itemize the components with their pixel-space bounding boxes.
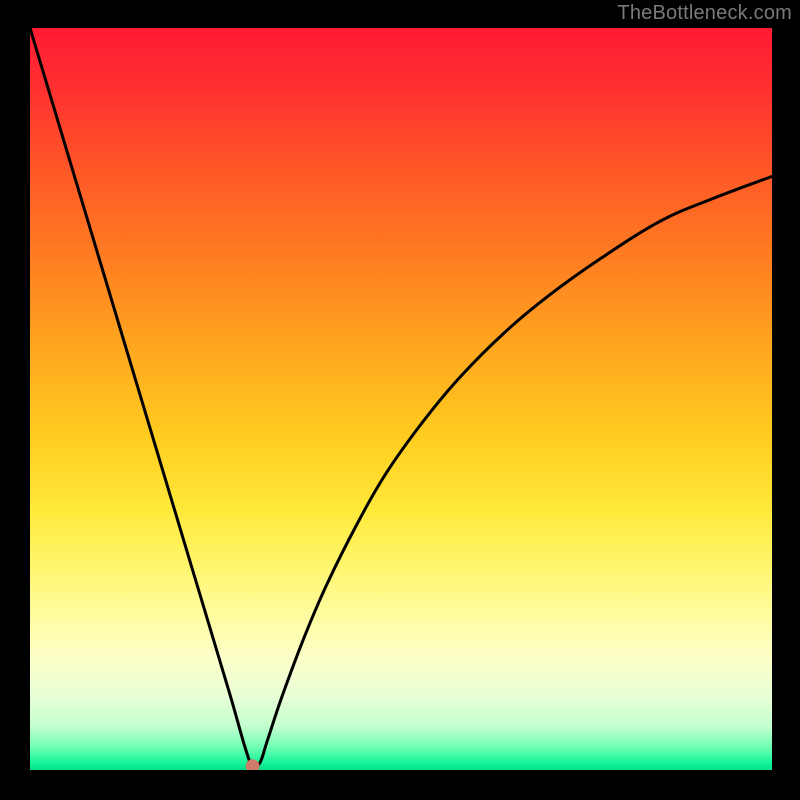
- plot-area: [30, 28, 772, 770]
- bottleneck-curve-svg: [30, 28, 772, 770]
- bottleneck-curve: [30, 28, 772, 768]
- optimal-point-marker: [246, 759, 260, 770]
- watermark-text: TheBottleneck.com: [617, 2, 792, 25]
- chart-container: TheBottleneck.com: [0, 0, 800, 800]
